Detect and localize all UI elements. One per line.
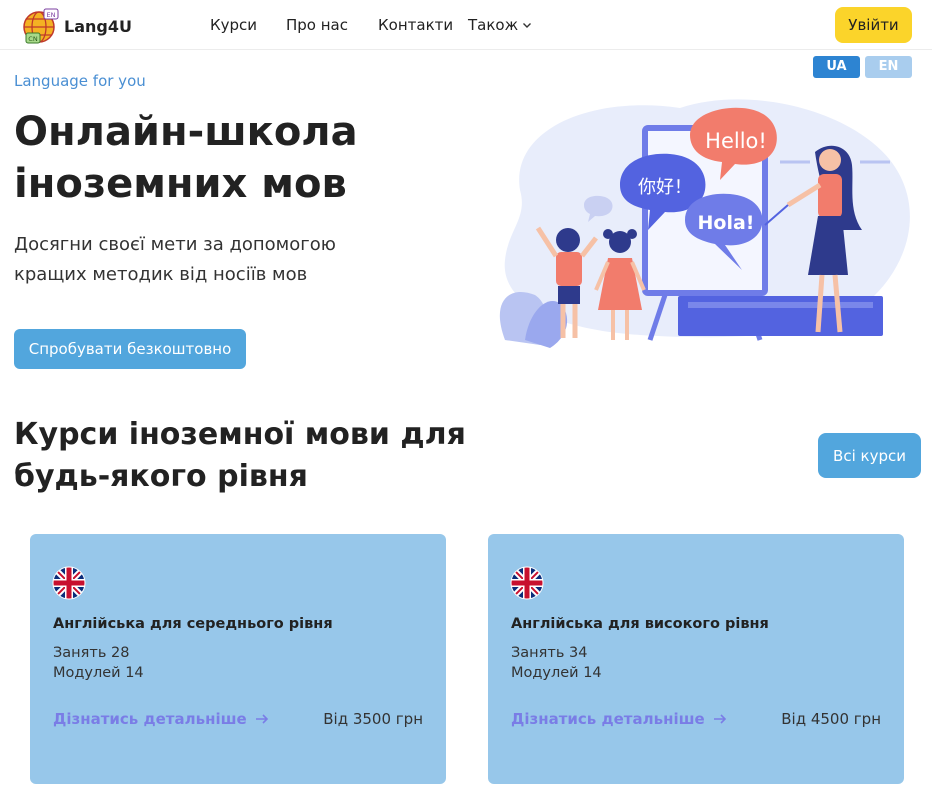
try-free-button[interactable]: Спробувати безкоштовно — [14, 329, 246, 369]
course-details-link[interactable]: Дізнатись детальніше — [511, 710, 727, 728]
course-price: Від 4500 грн — [781, 710, 881, 728]
chevron-down-icon — [523, 23, 532, 28]
top-navbar: EN CN Lang4U Курси Про нас Контакти Тако… — [0, 0, 932, 50]
course-lessons: Занять 34 — [511, 645, 588, 661]
uk-flag-icon — [510, 566, 544, 600]
brand-name: Lang4U — [64, 16, 132, 36]
courses-title-line-2: будь-якого рівня — [14, 459, 308, 494]
bubble-hello-text: Hello! — [705, 129, 767, 153]
lang-ua-button[interactable]: UA — [813, 56, 860, 78]
svg-text:EN: EN — [47, 11, 56, 19]
course-price: Від 3500 грн — [323, 710, 423, 728]
tagline: Language for you — [14, 72, 146, 90]
title-line-1: Онлайн-школа — [14, 109, 358, 155]
arrow-right-icon — [713, 714, 726, 724]
arrow-right-icon — [255, 714, 268, 724]
nav-more-label: Також — [468, 16, 519, 34]
title-line-2: іноземних мов — [14, 161, 347, 207]
subtitle-line-1: Досягни своєї мети за допомогою — [14, 234, 336, 255]
svg-text:CN: CN — [28, 35, 38, 43]
uk-flag-icon — [52, 566, 86, 600]
hero-illustration: Hello! 你好！ Hola! — [499, 99, 910, 348]
subtitle-line-2: кращих методик від носіїв мов — [14, 264, 308, 285]
bubble-hola-text: Hola! — [698, 212, 755, 234]
course-details-label: Дізнатись детальніше — [53, 710, 247, 728]
course-card[interactable]: Англійська для високого рівня Занять 34 … — [488, 534, 904, 784]
login-button[interactable]: Увійти — [835, 7, 912, 43]
course-title: Англійська для високого рівня — [511, 616, 769, 632]
courses-title-line-1: Курси іноземної мови для — [14, 417, 466, 452]
course-title: Англійська для середнього рівня — [53, 616, 333, 632]
course-details-label: Дізнатись детальніше — [511, 710, 705, 728]
nav-about[interactable]: Про нас — [286, 16, 348, 34]
courses-section-title: Курси іноземної мови для будь-якого рівн… — [14, 414, 484, 498]
nav-contacts[interactable]: Контакти — [378, 16, 453, 34]
all-courses-button[interactable]: Всі курси — [818, 433, 921, 478]
lang-en-button[interactable]: EN — [865, 56, 912, 78]
logo[interactable]: EN CN Lang4U — [22, 7, 132, 45]
bubble-nihao-text: 你好！ — [638, 177, 692, 198]
globe-logo-icon: EN CN — [23, 8, 59, 44]
course-card[interactable]: Англійська для середнього рівня Занять 2… — [30, 534, 446, 784]
course-lessons: Занять 28 — [53, 645, 130, 661]
nav-courses[interactable]: Курси — [210, 16, 257, 34]
course-modules: Модулей 14 — [53, 665, 144, 681]
course-details-link[interactable]: Дізнатись детальніше — [53, 710, 269, 728]
hero-subtitle: Досягни своєї мети за допомогою кращих м… — [14, 230, 434, 290]
page-title: Онлайн-школа іноземних мов — [14, 106, 474, 210]
nav-more-dropdown[interactable]: Також — [468, 16, 532, 34]
course-modules: Модулей 14 — [511, 665, 602, 681]
